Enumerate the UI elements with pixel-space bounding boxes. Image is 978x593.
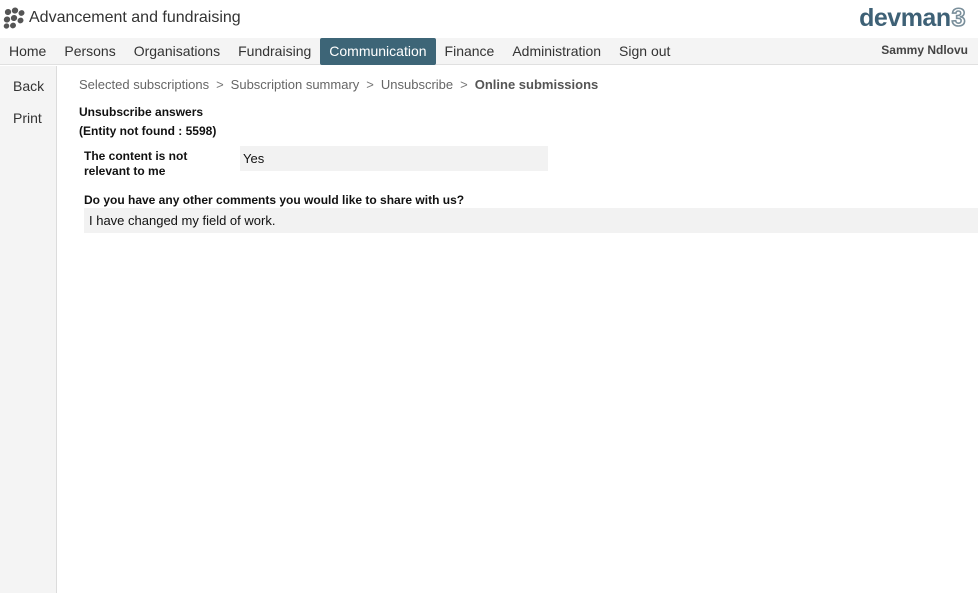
question-label: The content is not relevant to me — [84, 149, 188, 178]
brand-logo: devman3 — [859, 3, 967, 33]
entity-note: (Entity not found : 5598) — [79, 124, 217, 138]
title-bar: Advancement and fundraising devman3 — [0, 0, 978, 38]
breadcrumb-subscription-summary[interactable]: Subscription summary — [231, 77, 360, 92]
back-button[interactable]: Back — [13, 78, 44, 94]
main-nav: Home Persons Organisations Fundraising C… — [0, 38, 978, 65]
nav-finance[interactable]: Finance — [436, 38, 504, 65]
comments-answer-value: I have changed my field of work. — [84, 208, 978, 233]
breadcrumb-separator: > — [366, 77, 374, 92]
brand-text: devman — [859, 4, 951, 32]
breadcrumb-current: Online submissions — [474, 77, 599, 92]
nav-persons[interactable]: Persons — [55, 38, 124, 65]
comments-question-label: Do you have any other comments you would… — [84, 193, 465, 207]
nav-fundraising[interactable]: Fundraising — [229, 38, 320, 65]
nav-home[interactable]: Home — [0, 38, 55, 65]
breadcrumb-separator: > — [216, 77, 224, 92]
paw-dots-icon — [3, 7, 25, 29]
user-name[interactable]: Sammy Ndlovu — [881, 38, 968, 63]
answer-value: Yes — [240, 146, 548, 171]
nav-organisations[interactable]: Organisations — [125, 38, 229, 65]
breadcrumb-separator: > — [460, 77, 468, 92]
brand-number: 3 — [951, 3, 967, 33]
breadcrumb-selected-subscriptions[interactable]: Selected subscriptions — [79, 77, 209, 92]
nav-items: Home Persons Organisations Fundraising C… — [0, 38, 679, 65]
breadcrumb-unsubscribe[interactable]: Unsubscribe — [381, 77, 453, 92]
section-heading: Unsubscribe answers (Entity not found : … — [79, 103, 216, 141]
nav-administration[interactable]: Administration — [503, 38, 610, 65]
app-title: Advancement and fundraising — [29, 9, 241, 26]
nav-communication[interactable]: Communication — [320, 38, 436, 65]
print-button[interactable]: Print — [13, 110, 42, 126]
sidebar: Back Print — [0, 66, 57, 593]
section-title: Unsubscribe answers — [79, 105, 204, 119]
nav-sign-out[interactable]: Sign out — [610, 38, 679, 65]
breadcrumb: Selected subscriptions > Subscription summ… — [79, 77, 598, 92]
